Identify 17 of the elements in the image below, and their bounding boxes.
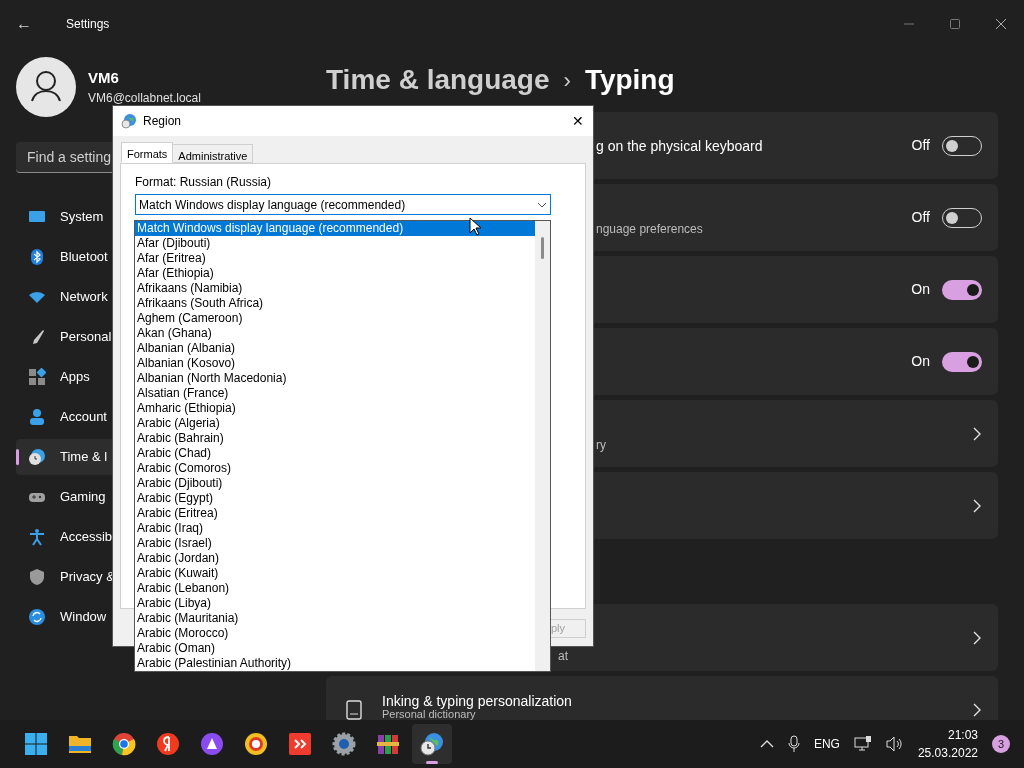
card-subtitle: nguage preferences — [596, 220, 704, 238]
page-title: Typing — [584, 63, 675, 97]
toggle-state: Off — [911, 208, 930, 227]
card-subtitle: Personal dictionary — [382, 709, 477, 720]
toggle-state: Off — [911, 136, 930, 155]
breadcrumb-separator: › — [563, 66, 571, 95]
dialog-title: Region — [143, 113, 182, 130]
card-subtitle: ry — [596, 436, 607, 454]
card-title: g on the physical keyboard — [596, 137, 764, 154]
user-name: VM6 — [88, 67, 120, 88]
format-label: Format: Russian (Russia) — [135, 174, 273, 191]
toggle-state: On — [911, 280, 930, 299]
window-title: Settings — [66, 16, 110, 33]
card-subtitle: at — [558, 648, 569, 665]
toggle-state: On — [911, 352, 930, 371]
card-title: Inking & typing personalization — [382, 693, 573, 709]
user-email: VM6@collabnet.local — [88, 90, 201, 108]
